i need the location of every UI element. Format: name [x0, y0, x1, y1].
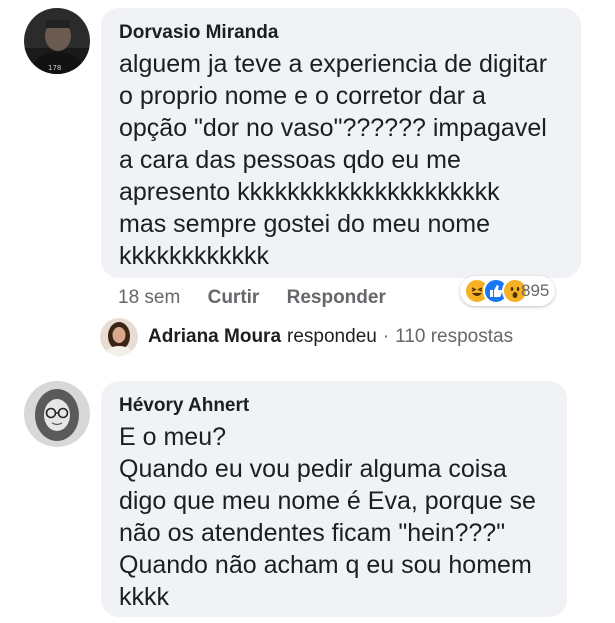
reply-verb: respondeu — [287, 326, 377, 347]
comment-timestamp[interactable]: 18 sem — [118, 287, 180, 309]
reply-author[interactable]: Adriana Moura — [148, 326, 281, 348]
comment-author[interactable]: Hévory Ahnert — [119, 395, 249, 417]
avatar-adriana — [100, 318, 138, 356]
reaction-count: 895 — [521, 281, 550, 300]
avatar-dorvasio[interactable]: 178 — [24, 8, 90, 74]
comment-author[interactable]: Dorvasio Miranda — [119, 22, 278, 44]
reply-separator: · — [382, 326, 390, 347]
comment-bubble-hevory: Hévory Ahnert E o meu? Quando eu vou ped… — [101, 381, 567, 617]
like-button[interactable]: Curtir — [208, 287, 260, 309]
reactions-summary[interactable]: 895 — [460, 276, 556, 306]
avatar-hevory[interactable] — [24, 381, 90, 447]
comment-bubble-dorvasio: Dorvasio Miranda alguem ja teve a experi… — [101, 8, 581, 278]
comment-text: E o meu? Quando eu vou pedir alguma cois… — [119, 423, 536, 611]
reply-button[interactable]: Responder — [287, 287, 386, 309]
reply-count: 110 respostas — [395, 326, 514, 347]
view-replies-link[interactable]: Adriana Moura respondeu · 110 respostas — [100, 318, 513, 356]
svg-text:178: 178 — [48, 64, 61, 72]
comment-actions: 18 sem Curtir Responder — [118, 287, 408, 309]
comment-text: alguem ja teve a experiencia de digitar … — [119, 50, 548, 270]
